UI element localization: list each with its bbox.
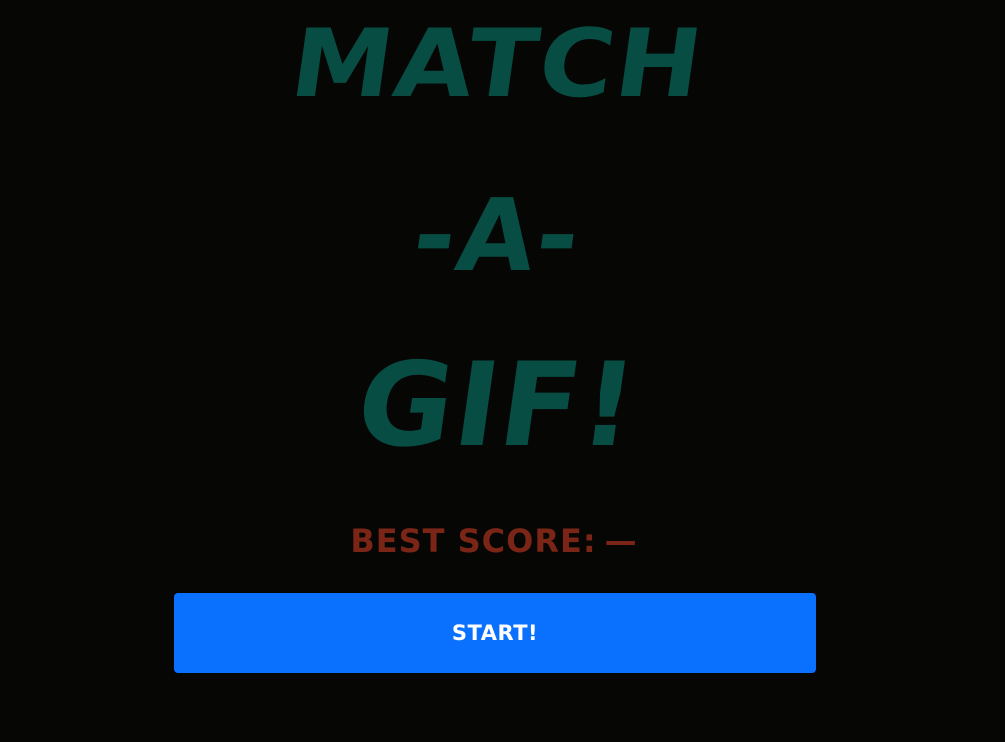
best-score-value: — [604, 522, 638, 560]
game-start-screen: MATCH -A- GIF! BEST SCORE: — START! [0, 0, 1005, 742]
title-line-match: MATCH [284, 10, 711, 119]
title-line-a: -A- [406, 177, 589, 294]
start-button[interactable]: START! [174, 593, 816, 673]
best-score-label: BEST SCORE: [350, 522, 597, 560]
best-score: BEST SCORE: — [0, 522, 988, 560]
title-line-gif: GIF! [348, 338, 647, 473]
